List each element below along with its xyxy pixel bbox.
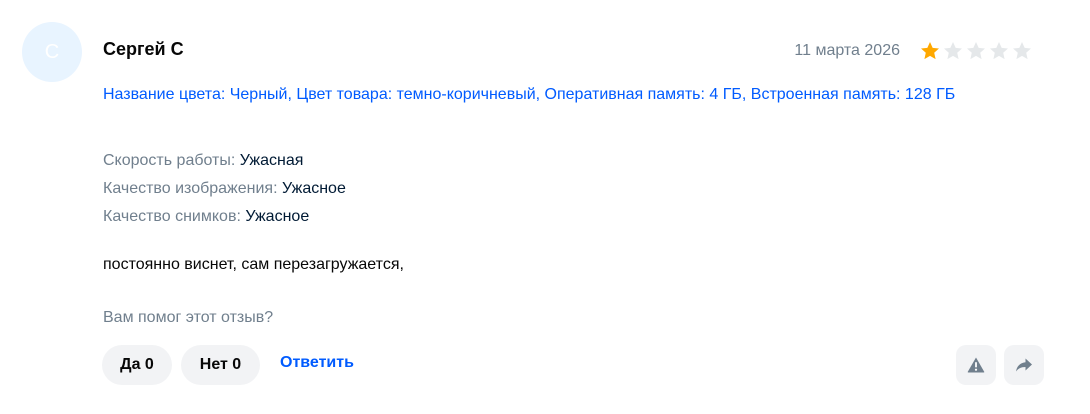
share-arrow-icon	[1014, 355, 1034, 375]
star-filled-icon	[921, 42, 939, 60]
star-empty-icon	[944, 42, 962, 60]
rating-stars	[919, 40, 1033, 62]
reply-link[interactable]: Ответить	[280, 354, 354, 372]
author-name: Сергей С	[103, 39, 184, 59]
property-key: Качество изображения:	[103, 180, 282, 197]
star-empty-icon	[990, 42, 1008, 60]
property-value: Ужасное	[281, 180, 346, 197]
property-item: Скорость работы: Ужасная	[103, 147, 346, 175]
report-button[interactable]	[956, 345, 996, 385]
helpful-yes-button[interactable]: Да 0	[102, 345, 172, 385]
avatar: С	[22, 22, 82, 82]
review-comment: постоянно виснет, сам перезагружается,	[103, 256, 404, 273]
avatar-letter: С	[44, 40, 60, 63]
warning-icon	[966, 355, 986, 375]
star-empty-icon	[1013, 42, 1031, 60]
star-empty-icon	[967, 42, 985, 60]
property-value: Ужасная	[239, 152, 304, 169]
property-value: Ужасное	[245, 208, 310, 225]
property-item: Качество снимков: Ужасное	[103, 203, 346, 231]
property-key: Качество снимков:	[103, 208, 246, 225]
helpful-question: Вам помог этот отзыв?	[103, 309, 274, 326]
property-item: Качество изображения: Ужасное	[103, 175, 346, 203]
helpful-no-button[interactable]: Нет 0	[181, 345, 260, 385]
review-date: 11 марта 2026	[794, 42, 900, 59]
share-button[interactable]	[1004, 345, 1044, 385]
product-variant-info[interactable]: Название цвета: Черный, Цвет товара: тем…	[103, 84, 1043, 106]
property-key: Скорость работы:	[103, 152, 240, 169]
review-properties: Скорость работы: Ужасная Качество изобра…	[103, 147, 346, 231]
review-card: С Сергей С 11 марта 2026 Название цвета:…	[0, 0, 1090, 414]
